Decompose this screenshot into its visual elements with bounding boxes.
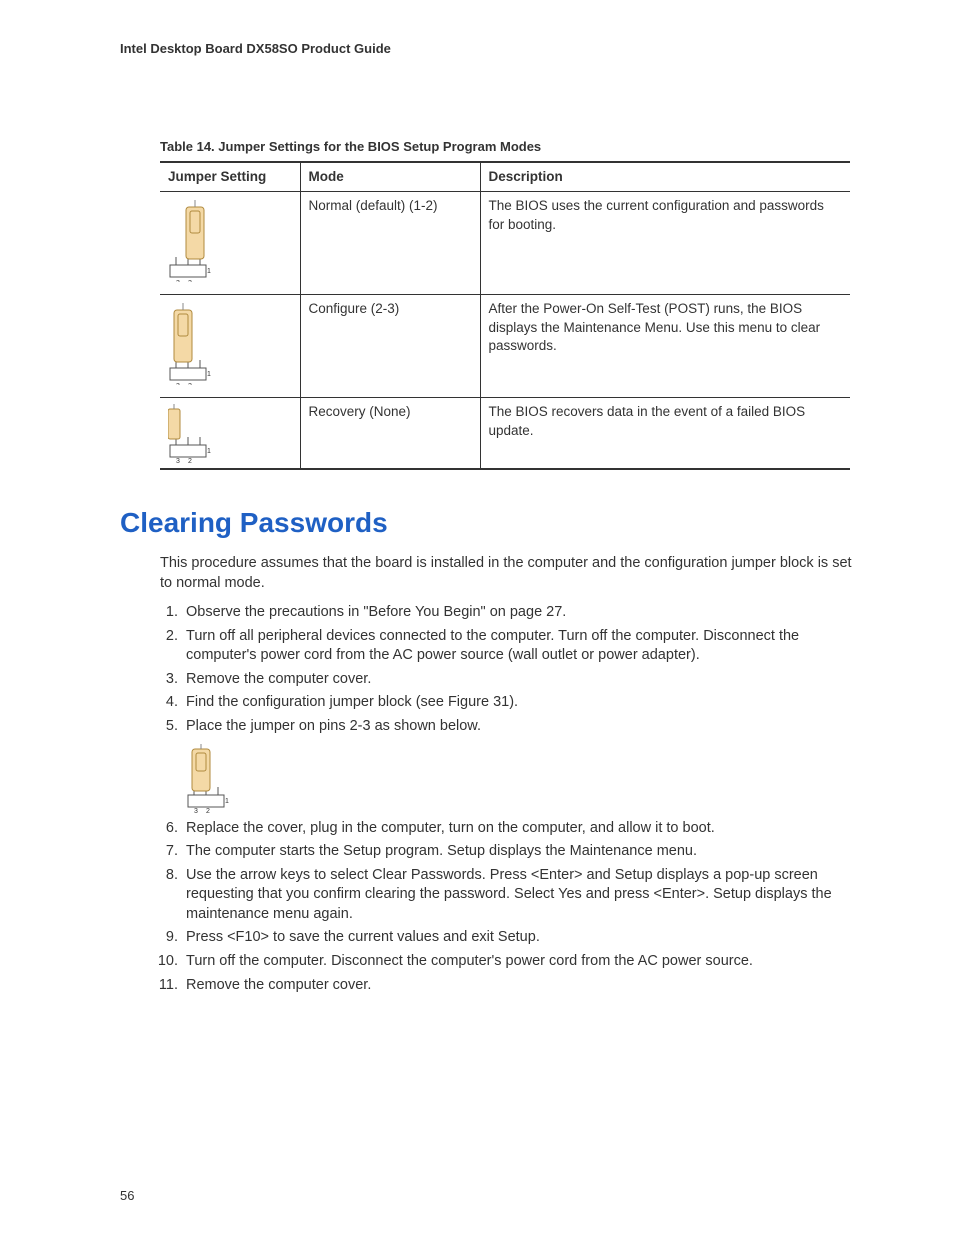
table-row: 3 2 1 Configure (2-3) After the Power-On… [160,295,850,398]
cell-desc: The BIOS uses the current configuration … [480,192,850,295]
cell-mode: Normal (default) (1-2) [300,192,480,295]
svg-text:3: 3 [176,383,180,385]
list-item: The computer starts the Setup program. S… [182,842,864,862]
list-item: Place the jumper on pins 2-3 as shown be… [182,717,864,813]
step-text: Place the jumper on pins 2-3 as shown be… [186,718,481,734]
page-number: 56 [120,1187,134,1205]
svg-text:2: 2 [188,383,192,385]
svg-text:1: 1 [225,798,229,805]
th-jumper-setting: Jumper Setting [160,162,300,192]
jumper-diagram-step: 3 2 1 [186,743,864,813]
jumper-settings-table: Jumper Setting Mode Description 3 2 [160,161,850,470]
procedure-list: Observe the precautions in "Before You B… [160,603,864,995]
list-item: Turn off the computer. Disconnect the co… [182,952,864,972]
jumper-diagram-configure: 3 2 1 [160,295,300,398]
th-mode: Mode [300,162,480,192]
svg-text:2: 2 [188,280,192,282]
table-row: 3 2 1 Normal (default) (1-2) The BIOS us… [160,192,850,295]
svg-text:3: 3 [194,808,198,813]
svg-text:1: 1 [207,268,211,275]
list-item: Observe the precautions in "Before You B… [182,603,864,623]
jumper-diagram-recovery: 3 2 1 [160,398,300,470]
cell-mode: Configure (2-3) [300,295,480,398]
svg-text:2: 2 [206,808,210,813]
page-header: Intel Desktop Board DX58SO Product Guide [120,40,864,58]
svg-text:3: 3 [176,458,180,463]
list-item: Replace the cover, plug in the computer,… [182,819,864,839]
jumper-diagram-normal: 3 2 1 [160,192,300,295]
cell-desc: The BIOS recovers data in the event of a… [480,398,850,470]
intro-paragraph: This procedure assumes that the board is… [160,554,864,593]
table-row: 3 2 1 Recovery (None) The BIOS recovers … [160,398,850,470]
svg-text:2: 2 [188,458,192,463]
list-item: Remove the computer cover. [182,976,864,996]
svg-text:3: 3 [176,280,180,282]
list-item: Turn off all peripheral devices connecte… [182,627,864,666]
list-item: Use the arrow keys to select Clear Passw… [182,866,864,925]
svg-text:1: 1 [207,371,211,378]
list-item: Find the configuration jumper block (see… [182,693,864,713]
cell-desc: After the Power-On Self-Test (POST) runs… [480,295,850,398]
list-item: Remove the computer cover. [182,670,864,690]
th-description: Description [480,162,850,192]
section-heading: Clearing Passwords [120,504,864,542]
list-item: Press <F10> to save the current values a… [182,928,864,948]
svg-text:1: 1 [207,448,211,455]
cell-mode: Recovery (None) [300,398,480,470]
table-caption: Table 14. Jumper Settings for the BIOS S… [160,138,864,156]
